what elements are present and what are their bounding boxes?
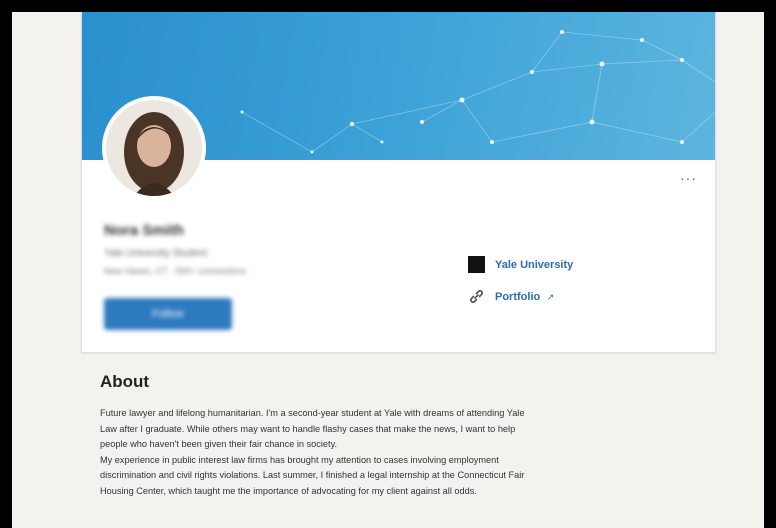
about-line: people who haven't been given their fair… — [100, 439, 338, 449]
portfolio-link[interactable]: Portfolio ↗ — [468, 287, 554, 305]
education-label: Yale University — [495, 258, 574, 271]
profile-name: Nora Smith — [104, 222, 185, 239]
avatar[interactable] — [102, 96, 206, 200]
education-link[interactable]: Yale University — [468, 256, 573, 273]
avatar-photo — [106, 100, 202, 196]
screen: ··· Nora Smith Yale University Student N… — [12, 12, 764, 528]
about-line: My experience in public interest law fir… — [100, 454, 499, 465]
university-logo-icon — [468, 256, 485, 273]
about-line: Future lawyer and lifelong humanitarian.… — [100, 408, 525, 418]
portfolio-label: Portfolio — [495, 291, 541, 303]
external-link-icon: ↗ — [546, 292, 555, 302]
profile-headline: Yale University Student — [104, 248, 208, 259]
about-line: discrimination and civil rights violatio… — [100, 470, 525, 480]
about-line: Housing Center, which taught me the impo… — [100, 485, 477, 496]
about-line: Law after I graduate. While others may w… — [100, 423, 516, 434]
link-icon — [469, 289, 484, 303]
follow-button[interactable]: Follow — [104, 298, 232, 330]
about-title: About — [100, 372, 150, 391]
about-section: About Future lawyer and lifelong humanit… — [100, 372, 710, 499]
more-options-button[interactable]: ··· — [680, 170, 697, 186]
profile-meta: New Haven, CT · 500+ connections — [104, 266, 247, 276]
about-text: Future lawyer and lifelong humanitarian.… — [100, 406, 710, 499]
profile-card: ··· Nora Smith Yale University Student N… — [81, 12, 716, 353]
